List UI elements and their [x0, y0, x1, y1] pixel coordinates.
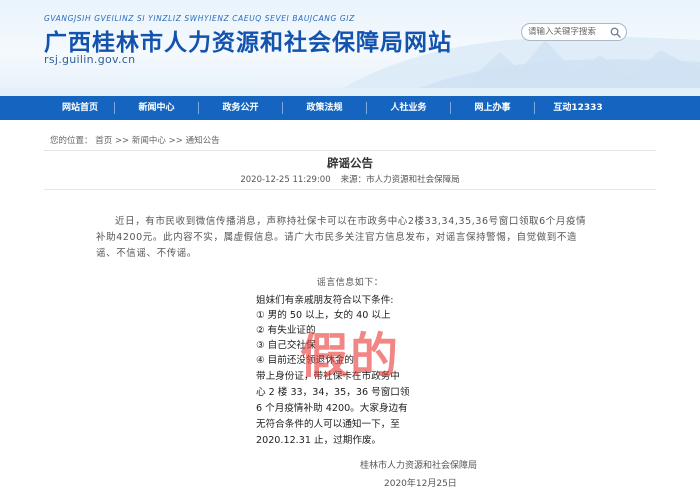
nav-item-news[interactable]: 新闻中心 — [115, 96, 198, 120]
article-paragraph: 近日，有市民收到微信传播消息，声称持社保卡可以在市政务中心2楼33,34,35,… — [96, 216, 587, 259]
article-date: 2020-12-25 11:29:00 — [240, 175, 331, 185]
article-meta: 2020-12-25 11:29:00 来源：市人力资源和社会保障局 — [0, 173, 700, 185]
nav-item-gov-affairs[interactable]: 政务公开 — [199, 96, 282, 120]
site-header: GVANGJSIH GVEILINZ SI YINZLIZ SWHYIENZ C… — [0, 0, 700, 96]
site-domain: rsj.guilin.gov.cn — [44, 53, 136, 66]
breadcrumb-home[interactable]: 首页 — [95, 136, 112, 146]
rumor-label: 谣言信息如下： — [316, 278, 384, 288]
search-icon[interactable] — [610, 27, 621, 38]
breadcrumb-news[interactable]: 新闻中心 — [132, 136, 166, 146]
signature-org: 桂林市人力资源和社会保障局 — [360, 461, 478, 471]
breadcrumb-separator: >> — [168, 136, 186, 146]
search-box — [521, 23, 627, 41]
article-source: 来源：市人力资源和社会保障局 — [340, 175, 460, 185]
logo-pinyin: GVANGJSIH GVEILINZ SI YINZLIZ SWHYIENZ C… — [44, 14, 355, 23]
nav-item-online-service[interactable]: 网上办事 — [451, 96, 534, 120]
breadcrumb-separator: >> — [114, 136, 132, 146]
rumor-line: ① 男的 50 以上，女的 40 以上 — [256, 310, 391, 321]
nav-item-home[interactable]: 网站首页 — [46, 96, 114, 120]
breadcrumb-notices[interactable]: 通知公告 — [186, 136, 220, 146]
fake-stamp: 假的 — [300, 328, 401, 384]
nav-item-hr-business[interactable]: 人社业务 — [367, 96, 450, 120]
divider — [44, 189, 656, 190]
rumor-screenshot: 姐妹们有亲戚朋友符合以下条件: ① 男的 50 以上，女的 40 以上 ② 有失… — [252, 290, 422, 448]
rumor-line: 心 2 楼 33，34，35，36 号窗口领 — [256, 387, 410, 398]
nav-item-policy[interactable]: 政策法规 — [283, 96, 366, 120]
main-nav: 网站首页 新闻中心 政务公开 政策法规 人社业务 网上办事 互动12333 — [0, 96, 700, 120]
article-title: 辟谣公告 — [327, 156, 373, 170]
nav-item-interaction[interactable]: 互动12333 — [535, 96, 621, 120]
rumor-line: 无符合条件的人可以通知一下，至 — [256, 419, 400, 430]
divider — [44, 150, 656, 151]
signature-date: 2020年12月25日 — [384, 479, 457, 489]
search-input[interactable] — [528, 27, 604, 37]
rumor-line: 6 个月疫情补助 4200。大家身边有 — [256, 403, 408, 414]
breadcrumb-prefix: 您的位置： — [50, 136, 93, 146]
breadcrumb: 您的位置： 首页 >> 新闻中心 >> 通知公告 — [50, 134, 220, 146]
rumor-line: 2020.12.31 止，过期作废。 — [256, 435, 382, 446]
rumor-line: 姐妹们有亲戚朋友符合以下条件: — [256, 295, 394, 306]
site-logo-title[interactable]: 广西桂林市人力资源和社会保障局网站 — [44, 23, 452, 57]
